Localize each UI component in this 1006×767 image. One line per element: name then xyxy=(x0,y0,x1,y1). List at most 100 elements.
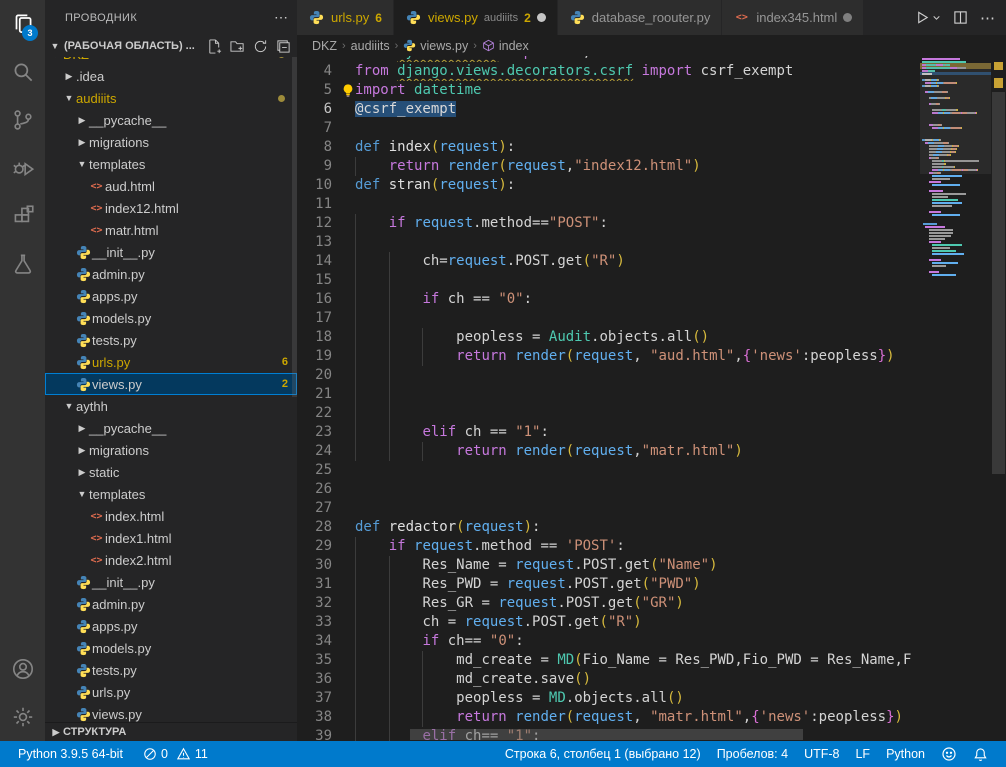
code-line-18[interactable]: peopless = Audit.objects.all() xyxy=(355,328,920,347)
search-icon[interactable] xyxy=(0,48,45,96)
tree-item-admin.py[interactable]: admin.py xyxy=(45,593,297,615)
code-line-35[interactable]: md_create = MD(Fio_Name = Res_PWD,Fio_PW… xyxy=(355,651,920,670)
code-line-30[interactable]: Res_Name = request.POST.get("Name") xyxy=(355,556,920,575)
notifications-bell-icon[interactable] xyxy=(965,741,996,767)
tree-item-tests.py[interactable]: tests.py xyxy=(45,659,297,681)
code-line-13[interactable] xyxy=(355,233,920,252)
settings-gear-icon[interactable] xyxy=(0,693,45,741)
indentation-status[interactable]: Пробелов: 4 xyxy=(709,741,796,767)
overview-ruler[interactable] xyxy=(991,56,1006,741)
tree-item-templates[interactable]: ▼templates xyxy=(45,483,297,505)
horizontal-scrollbar[interactable] xyxy=(410,729,803,740)
code-line-20[interactable] xyxy=(355,366,920,385)
run-python-file-icon[interactable] xyxy=(915,10,941,25)
minimap[interactable] xyxy=(920,56,991,741)
tree-item-DKZ[interactable]: ▼DKZ xyxy=(45,57,297,65)
code-line-34[interactable]: if ch== "0": xyxy=(355,632,920,651)
code-line-16[interactable]: if ch == "0": xyxy=(355,290,920,309)
tree-item-urls.py[interactable]: urls.py6 xyxy=(45,351,297,373)
code-line-31[interactable]: Res_PWD = request.POST.get("PWD") xyxy=(355,575,920,594)
code-line-22[interactable] xyxy=(355,404,920,423)
encoding-status[interactable]: UTF-8 xyxy=(796,741,847,767)
code-line-10[interactable]: def stran(request): xyxy=(355,176,920,195)
tab-urls.py[interactable]: urls.py6 xyxy=(297,0,394,35)
code-line-7[interactable] xyxy=(355,119,920,138)
run-debug-icon[interactable] xyxy=(0,144,45,192)
code-line-11[interactable] xyxy=(355,195,920,214)
tree-item-static[interactable]: ▶static xyxy=(45,461,297,483)
code-line-26[interactable] xyxy=(355,480,920,499)
breadcrumb-item-views.py[interactable]: views.py xyxy=(403,39,468,53)
tree-item-templates[interactable]: ▼templates xyxy=(45,153,297,175)
language-mode-status[interactable]: Python xyxy=(878,741,933,767)
code-line-32[interactable]: Res_GR = request.POST.get("GR") xyxy=(355,594,920,613)
tree-item-views.py[interactable]: views.py2 xyxy=(45,373,297,395)
code-line-27[interactable] xyxy=(355,499,920,518)
tree-item-migrations[interactable]: ▶migrations xyxy=(45,439,297,461)
tree-item-aud.html[interactable]: <>aud.html xyxy=(45,175,297,197)
split-editor-icon[interactable] xyxy=(953,10,968,25)
tree-item-tests.py[interactable]: tests.py xyxy=(45,329,297,351)
tree-item-views.py[interactable]: views.py xyxy=(45,703,297,723)
tree-item-apps.py[interactable]: apps.py xyxy=(45,285,297,307)
collapse-all-icon[interactable] xyxy=(276,39,291,54)
vertical-scrollbar-slider[interactable] xyxy=(992,92,1005,474)
code-line-24[interactable]: return render(request,"matr.html") xyxy=(355,442,920,461)
code-line-6[interactable]: @csrf_exempt xyxy=(355,100,920,119)
code-line-4[interactable]: from django.views.decorators.csrf import… xyxy=(355,62,920,81)
tab-database_roouter.py[interactable]: database_roouter.py xyxy=(558,0,723,35)
tree-item-__init__.py[interactable]: __init__.py xyxy=(45,571,297,593)
code-line-12[interactable]: if request.method=="POST": xyxy=(355,214,920,233)
code-line-38[interactable]: return render(request, "matr.html",{'new… xyxy=(355,708,920,727)
tree-item-apps.py[interactable]: apps.py xyxy=(45,615,297,637)
outline-section-header[interactable]: ▶ СТРУКТУРА xyxy=(45,722,297,741)
tree-item-matr.html[interactable]: <>matr.html xyxy=(45,219,297,241)
problems-status[interactable]: 0 11 xyxy=(135,741,216,767)
sidebar-scrollbar[interactable] xyxy=(292,57,297,397)
testing-icon[interactable] xyxy=(0,240,45,288)
extensions-icon[interactable] xyxy=(0,192,45,240)
dirty-dot-icon[interactable] xyxy=(537,13,546,22)
tree-item-index1.html[interactable]: <>index1.html xyxy=(45,527,297,549)
dirty-dot-icon[interactable] xyxy=(843,13,852,22)
workspace-section-header[interactable]: ▼ (РАБОЧАЯ ОБЛАСТЬ) ... xyxy=(45,35,297,57)
eol-status[interactable]: LF xyxy=(847,741,878,767)
tree-item-audiiits[interactable]: ▼audiiits xyxy=(45,87,297,109)
code-line-36[interactable]: md_create.save() xyxy=(355,670,920,689)
breadcrumb-item-audiiits[interactable]: audiiits xyxy=(351,39,390,53)
code-line-28[interactable]: def redactor(request): xyxy=(355,518,920,537)
breadcrumb-item-index[interactable]: index xyxy=(482,39,529,53)
code-line-5[interactable]: import datetime xyxy=(355,81,920,100)
source-control-icon[interactable] xyxy=(0,96,45,144)
python-interpreter-status[interactable]: Python 3.9.5 64-bit xyxy=(10,741,131,767)
breadcrumb-item-DKZ[interactable]: DKZ xyxy=(312,39,337,53)
tree-item-.idea[interactable]: ▶.idea xyxy=(45,65,297,87)
code-line-8[interactable]: def index(request): xyxy=(355,138,920,157)
code-line-15[interactable] xyxy=(355,271,920,290)
tree-item-urls.py[interactable]: urls.py xyxy=(45,681,297,703)
explorer-icon[interactable]: 3 xyxy=(0,0,45,48)
tree-item-migrations[interactable]: ▶migrations xyxy=(45,131,297,153)
code-line-29[interactable]: if request.method == 'POST': xyxy=(355,537,920,556)
more-actions-icon[interactable]: ⋯ xyxy=(980,9,996,27)
new-folder-icon[interactable] xyxy=(230,39,245,54)
code-line-9[interactable]: return render(request,"index12.html") xyxy=(355,157,920,176)
tab-views.py[interactable]: views.pyaudiiits2 xyxy=(394,0,558,35)
lightbulb-icon[interactable] xyxy=(341,83,355,99)
tree-item-admin.py[interactable]: admin.py xyxy=(45,263,297,285)
cursor-position-status[interactable]: Строка 6, столбец 1 (выбрано 12) xyxy=(497,741,709,767)
tree-item-__pycache__[interactable]: ▶__pycache__ xyxy=(45,109,297,131)
code-line-33[interactable]: ch = request.POST.get("R") xyxy=(355,613,920,632)
refresh-icon[interactable] xyxy=(253,39,268,54)
tree-item-models.py[interactable]: models.py xyxy=(45,307,297,329)
new-file-icon[interactable] xyxy=(207,39,222,54)
tree-item-index2.html[interactable]: <>index2.html xyxy=(45,549,297,571)
code-line-17[interactable] xyxy=(355,309,920,328)
code-line-14[interactable]: ch=request.POST.get("R") xyxy=(355,252,920,271)
tree-item-models.py[interactable]: models.py xyxy=(45,637,297,659)
code-line-25[interactable] xyxy=(355,461,920,480)
code-line-21[interactable] xyxy=(355,385,920,404)
editor-code-area[interactable]: 3456789101112131415161718192021222324252… xyxy=(297,56,1006,741)
feedback-icon[interactable] xyxy=(933,741,965,767)
tree-item-aythh[interactable]: ▼aythh xyxy=(45,395,297,417)
